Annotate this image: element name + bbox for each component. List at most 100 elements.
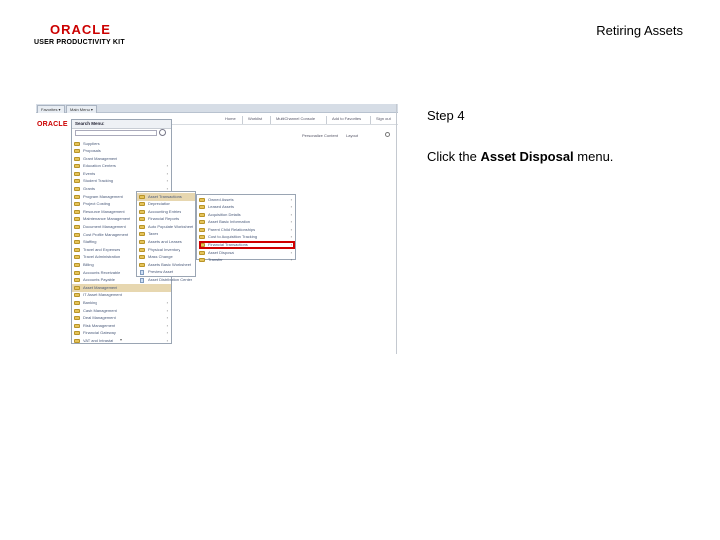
help-icon[interactable] xyxy=(385,132,390,137)
menu-item[interactable]: Deal Management › xyxy=(72,315,171,323)
folder-icon xyxy=(139,232,145,237)
menu-item-label: Physical Inventory xyxy=(148,246,181,252)
document-title: Retiring Assets xyxy=(596,23,683,38)
menu-item[interactable]: Physical Inventory xyxy=(137,246,195,254)
app-brand-logo: ORACLE xyxy=(37,121,68,128)
menu-item-label: Accounts Receivable xyxy=(83,269,121,275)
menu-item[interactable]: Events › xyxy=(72,170,171,178)
menu-item[interactable]: Mass Change xyxy=(137,254,195,262)
menu-item[interactable]: Proposals xyxy=(72,148,171,156)
folder-icon xyxy=(199,235,205,240)
nav-sign-out[interactable]: Sign out xyxy=(376,116,391,121)
menu-item[interactable]: Depreciation xyxy=(137,201,195,209)
folder-icon xyxy=(199,197,205,202)
chevron-right-icon: › xyxy=(166,178,168,184)
menu-item[interactable]: Owned Assets › xyxy=(197,196,295,204)
chevron-right-icon: › xyxy=(166,163,168,169)
menu-item-label: Resource Management xyxy=(83,208,125,214)
folder-icon xyxy=(74,270,80,275)
folder-icon xyxy=(199,220,205,225)
asset-management-list: Asset Transactions Depreciation Accounting… xyxy=(137,193,195,284)
chevron-right-icon: › xyxy=(166,170,168,176)
personalize-content-link[interactable]: Personalize Content xyxy=(302,133,338,138)
layout-link[interactable]: Layout xyxy=(346,133,358,138)
nav-multichannel[interactable]: MultiChannel Console xyxy=(276,116,315,121)
nav-home[interactable]: Home xyxy=(225,116,236,121)
menu-item[interactable]: Asset Basic Information › xyxy=(197,219,295,227)
menu-item[interactable]: Taxes xyxy=(137,231,195,239)
menu-item[interactable]: Financial Reports xyxy=(137,216,195,224)
menu-item[interactable]: Preview Asset xyxy=(137,269,195,277)
asset-transactions-submenu: Owned Assets › Leased Assets › Acquisition D… xyxy=(196,194,296,263)
folder-icon xyxy=(74,179,80,184)
menu-item[interactable]: Suppliers xyxy=(72,140,171,148)
menu-item-label: Maintenance Management xyxy=(83,216,131,222)
page-icon xyxy=(140,269,144,275)
target-highlight-box xyxy=(199,241,295,249)
menu-item[interactable]: Transfer › xyxy=(197,257,295,265)
chevron-right-icon: › xyxy=(290,257,292,263)
menu-item-label: Grants xyxy=(83,186,96,192)
menu-item[interactable]: Acquisition Details › xyxy=(197,211,295,219)
menu-item[interactable]: IT Asset Management xyxy=(72,292,171,300)
menu-item[interactable]: Asset Distribution Center xyxy=(137,277,195,285)
folder-icon xyxy=(74,338,80,343)
menu-item[interactable]: Parent Child Relationships › xyxy=(197,226,295,234)
folder-icon xyxy=(74,278,80,283)
folder-icon xyxy=(74,171,80,176)
menu-item-label: Program Management xyxy=(83,193,123,199)
menu-item-label: Cost Profile Management xyxy=(83,231,129,237)
nav-worklist[interactable]: Worklist xyxy=(248,116,262,121)
menu-item[interactable]: Risk Management › xyxy=(72,322,171,330)
menu-item[interactable]: Auto Populate Worksheet xyxy=(137,223,195,231)
menu-item[interactable]: Asset Transactions xyxy=(137,193,195,201)
page-icon xyxy=(140,277,144,283)
menu-item-label: Asset Management xyxy=(83,284,118,290)
menu-item[interactable]: Banking › xyxy=(72,299,171,307)
tab-main-menu[interactable]: Main Menu ▾ xyxy=(66,105,97,113)
menu-item-label: Taxes xyxy=(148,231,159,237)
menu-item-label: Assets Basic Worksheet xyxy=(148,261,192,267)
menu-item-label: Transfer xyxy=(208,257,223,263)
folder-icon xyxy=(74,232,80,237)
folder-icon xyxy=(74,209,80,214)
menu-item-label: Cash Management xyxy=(83,307,117,313)
scroll-down-icon[interactable]: ▾ xyxy=(120,337,122,342)
folder-icon xyxy=(139,202,145,207)
menu-item[interactable]: Cash Management › xyxy=(72,307,171,315)
menu-item-label: Grant Management xyxy=(83,155,118,161)
tab-favorites[interactable]: Favorites ▾ xyxy=(37,105,65,113)
nav-add-favorites[interactable]: Add to Favorites xyxy=(332,116,361,121)
folder-icon xyxy=(199,258,205,263)
menu-item[interactable]: Assets Basic Worksheet xyxy=(137,261,195,269)
menu-item[interactable]: Asset Management xyxy=(72,284,171,292)
instruction-target: Asset Disposal xyxy=(480,149,574,164)
chevron-right-icon: › xyxy=(290,211,292,217)
step-instruction: Click the Asset Disposal menu. xyxy=(427,149,613,164)
menu-item-label: Deal Management xyxy=(83,315,116,321)
folder-icon xyxy=(74,255,80,260)
folder-icon xyxy=(74,225,80,230)
menu-item[interactable]: Student Tracking › xyxy=(72,178,171,186)
folder-icon xyxy=(74,331,80,336)
menu-item-label: Financial Reports xyxy=(148,216,180,222)
menu-item[interactable]: Leased Assets › xyxy=(197,204,295,212)
menu-item-asset-disposal[interactable]: Asset Disposal › xyxy=(197,249,295,257)
menu-item[interactable]: Accounting Entries xyxy=(137,208,195,216)
search-menu-input[interactable] xyxy=(75,130,157,136)
folder-icon xyxy=(74,323,80,328)
menu-item[interactable]: Grant Management xyxy=(72,155,171,163)
chevron-right-icon: › xyxy=(166,299,168,305)
chevron-right-icon: › xyxy=(166,322,168,328)
folder-icon xyxy=(74,202,80,207)
folder-icon xyxy=(74,240,80,245)
menu-item-label: Owned Assets xyxy=(208,196,234,202)
search-go-icon[interactable] xyxy=(159,129,166,136)
menu-item[interactable]: Education Centers › xyxy=(72,163,171,171)
asset-transactions-list: Owned Assets › Leased Assets › Acquisition D… xyxy=(197,196,295,264)
folder-icon xyxy=(199,227,205,232)
menu-header: Search Menu: xyxy=(72,120,171,129)
nav-divider xyxy=(242,116,243,124)
menu-item-label: Asset Transactions xyxy=(148,193,182,199)
menu-item[interactable]: Assets and Leases xyxy=(137,239,195,247)
